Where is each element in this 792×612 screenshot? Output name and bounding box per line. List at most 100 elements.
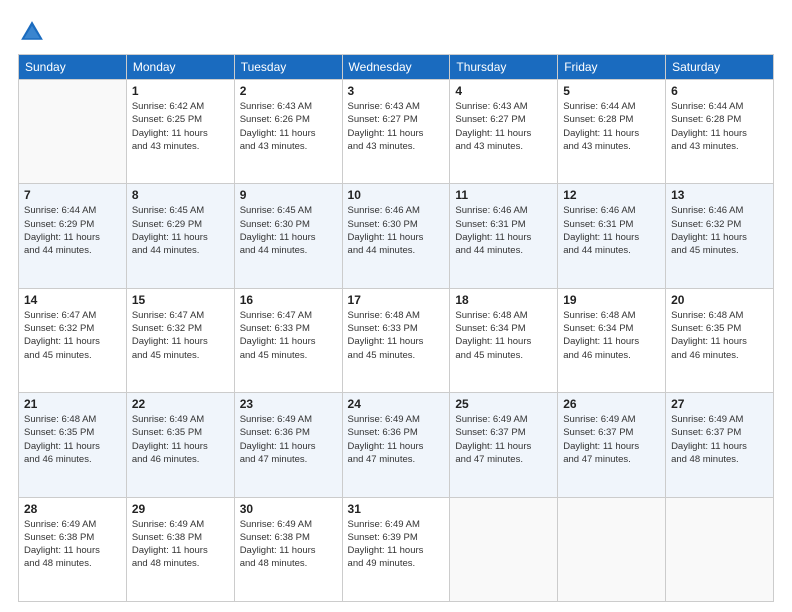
- day-number: 5: [563, 84, 660, 98]
- sunset-text: Sunset: 6:37 PM: [671, 427, 741, 438]
- sunrise-text: Sunrise: 6:48 AM: [563, 310, 635, 321]
- daylight-cont: and 48 minutes.: [24, 558, 92, 569]
- week-row-2: 7Sunrise: 6:44 AMSunset: 6:29 PMDaylight…: [19, 184, 774, 288]
- day-number: 10: [348, 188, 445, 202]
- daylight-text: Daylight: 11 hours: [348, 128, 424, 139]
- sunrise-text: Sunrise: 6:49 AM: [563, 414, 635, 425]
- calendar-cell: 10Sunrise: 6:46 AMSunset: 6:30 PMDayligh…: [342, 184, 450, 288]
- day-info: Sunrise: 6:43 AMSunset: 6:27 PMDaylight:…: [348, 100, 445, 153]
- daylight-cont: and 45 minutes.: [671, 245, 739, 256]
- day-number: 23: [240, 397, 337, 411]
- calendar-cell: 6Sunrise: 6:44 AMSunset: 6:28 PMDaylight…: [666, 80, 774, 184]
- daylight-cont: and 47 minutes.: [348, 454, 416, 465]
- sunrise-text: Sunrise: 6:45 AM: [240, 205, 312, 216]
- daylight-text: Daylight: 11 hours: [132, 232, 208, 243]
- sunset-text: Sunset: 6:36 PM: [348, 427, 418, 438]
- sunset-text: Sunset: 6:35 PM: [671, 323, 741, 334]
- sunset-text: Sunset: 6:31 PM: [455, 219, 525, 230]
- daylight-cont: and 48 minutes.: [240, 558, 308, 569]
- day-info: Sunrise: 6:48 AMSunset: 6:35 PMDaylight:…: [24, 413, 121, 466]
- sunset-text: Sunset: 6:36 PM: [240, 427, 310, 438]
- daylight-text: Daylight: 11 hours: [132, 336, 208, 347]
- daylight-text: Daylight: 11 hours: [455, 441, 531, 452]
- calendar-cell: [19, 80, 127, 184]
- sunset-text: Sunset: 6:38 PM: [240, 532, 310, 543]
- day-info: Sunrise: 6:49 AMSunset: 6:37 PMDaylight:…: [563, 413, 660, 466]
- day-info: Sunrise: 6:43 AMSunset: 6:26 PMDaylight:…: [240, 100, 337, 153]
- calendar-cell: 8Sunrise: 6:45 AMSunset: 6:29 PMDaylight…: [126, 184, 234, 288]
- daylight-text: Daylight: 11 hours: [240, 441, 316, 452]
- calendar-cell: 16Sunrise: 6:47 AMSunset: 6:33 PMDayligh…: [234, 288, 342, 392]
- day-info: Sunrise: 6:44 AMSunset: 6:28 PMDaylight:…: [563, 100, 660, 153]
- day-number: 26: [563, 397, 660, 411]
- calendar-cell: [666, 497, 774, 601]
- week-row-1: 1Sunrise: 6:42 AMSunset: 6:25 PMDaylight…: [19, 80, 774, 184]
- day-number: 19: [563, 293, 660, 307]
- daylight-cont: and 44 minutes.: [132, 245, 200, 256]
- weekday-header-row: SundayMondayTuesdayWednesdayThursdayFrid…: [19, 55, 774, 80]
- daylight-text: Daylight: 11 hours: [671, 232, 747, 243]
- calendar-cell: 14Sunrise: 6:47 AMSunset: 6:32 PMDayligh…: [19, 288, 127, 392]
- sunset-text: Sunset: 6:26 PM: [240, 114, 310, 125]
- day-info: Sunrise: 6:46 AMSunset: 6:31 PMDaylight:…: [563, 204, 660, 257]
- daylight-text: Daylight: 11 hours: [132, 128, 208, 139]
- daylight-text: Daylight: 11 hours: [563, 128, 639, 139]
- calendar-cell: 23Sunrise: 6:49 AMSunset: 6:36 PMDayligh…: [234, 393, 342, 497]
- day-number: 18: [455, 293, 552, 307]
- day-info: Sunrise: 6:45 AMSunset: 6:30 PMDaylight:…: [240, 204, 337, 257]
- daylight-text: Daylight: 11 hours: [455, 128, 531, 139]
- daylight-text: Daylight: 11 hours: [348, 232, 424, 243]
- day-info: Sunrise: 6:47 AMSunset: 6:33 PMDaylight:…: [240, 309, 337, 362]
- day-info: Sunrise: 6:46 AM Sunset: 6:32 PM Daylight:…: [671, 204, 768, 257]
- day-info: Sunrise: 6:49 AMSunset: 6:38 PMDaylight:…: [132, 518, 229, 571]
- day-info: Sunrise: 6:47 AMSunset: 6:32 PMDaylight:…: [132, 309, 229, 362]
- daylight-text: Daylight: 11 hours: [348, 545, 424, 556]
- sunset-text: Sunset: 6:33 PM: [240, 323, 310, 334]
- daylight-cont: and 45 minutes.: [132, 350, 200, 361]
- daylight-cont: and 43 minutes.: [563, 141, 631, 152]
- sunrise-text: Sunrise: 6:49 AM: [455, 414, 527, 425]
- calendar-cell: 13 Sunrise: 6:46 AM Sunset: 6:32 PM Dayligh…: [666, 184, 774, 288]
- sunrise-text: Sunrise: 6:49 AM: [132, 519, 204, 530]
- day-info: Sunrise: 6:43 AMSunset: 6:27 PMDaylight:…: [455, 100, 552, 153]
- daylight-text: Daylight: 11 hours: [240, 336, 316, 347]
- calendar-cell: [558, 497, 666, 601]
- daylight-text: Daylight: 11 hours: [455, 336, 531, 347]
- sunset-text: Sunset: 6:29 PM: [132, 219, 202, 230]
- daylight-text: Daylight: 11 hours: [24, 336, 100, 347]
- sunset-text: Sunset: 6:33 PM: [348, 323, 418, 334]
- day-number: 27: [671, 397, 768, 411]
- day-info: Sunrise: 6:42 AMSunset: 6:25 PMDaylight:…: [132, 100, 229, 153]
- daylight-cont: and 43 minutes.: [455, 141, 523, 152]
- daylight-cont: and 48 minutes.: [132, 558, 200, 569]
- sunset-text: Sunset: 6:32 PM: [671, 219, 741, 230]
- calendar-cell: 29Sunrise: 6:49 AMSunset: 6:38 PMDayligh…: [126, 497, 234, 601]
- weekday-header-friday: Friday: [558, 55, 666, 80]
- sunset-text: Sunset: 6:32 PM: [24, 323, 94, 334]
- day-number: 17: [348, 293, 445, 307]
- day-number: 30: [240, 502, 337, 516]
- daylight-cont: and 43 minutes.: [132, 141, 200, 152]
- daylight-text: Daylight: 11 hours: [132, 441, 208, 452]
- sunset-text: Sunset: 6:27 PM: [455, 114, 525, 125]
- sunset-text: Sunset: 6:37 PM: [563, 427, 633, 438]
- sunrise-text: Sunrise: 6:44 AM: [24, 205, 96, 216]
- sunrise-text: Sunrise: 6:49 AM: [24, 519, 96, 530]
- daylight-text: Daylight: 11 hours: [240, 545, 316, 556]
- sunset-text: Sunset: 6:37 PM: [455, 427, 525, 438]
- day-number: 3: [348, 84, 445, 98]
- calendar-cell: 1Sunrise: 6:42 AMSunset: 6:25 PMDaylight…: [126, 80, 234, 184]
- day-number: 25: [455, 397, 552, 411]
- day-info: Sunrise: 6:49 AMSunset: 6:38 PMDaylight:…: [24, 518, 121, 571]
- day-number: 13: [671, 188, 768, 202]
- sunrise-text: Sunrise: 6:46 AM: [671, 205, 743, 216]
- week-row-3: 14Sunrise: 6:47 AMSunset: 6:32 PMDayligh…: [19, 288, 774, 392]
- sunrise-text: Sunrise: 6:43 AM: [240, 101, 312, 112]
- sunrise-text: Sunrise: 6:48 AM: [348, 310, 420, 321]
- day-info: Sunrise: 6:48 AMSunset: 6:35 PMDaylight:…: [671, 309, 768, 362]
- daylight-cont: and 43 minutes.: [240, 141, 308, 152]
- daylight-cont: and 46 minutes.: [563, 350, 631, 361]
- sunset-text: Sunset: 6:35 PM: [132, 427, 202, 438]
- week-row-5: 28Sunrise: 6:49 AMSunset: 6:38 PMDayligh…: [19, 497, 774, 601]
- day-info: Sunrise: 6:49 AMSunset: 6:39 PMDaylight:…: [348, 518, 445, 571]
